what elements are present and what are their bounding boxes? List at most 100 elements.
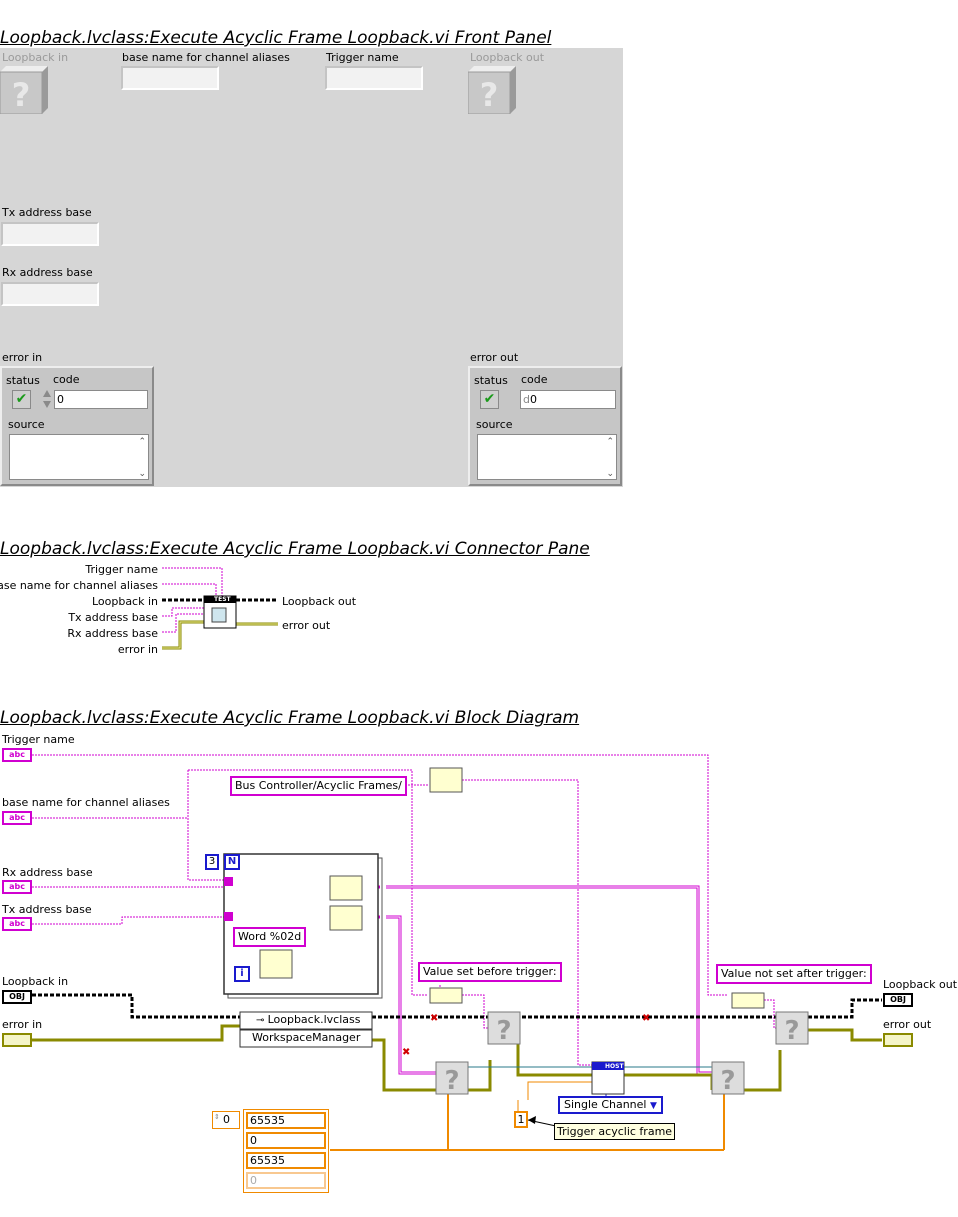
svg-text:?: ?: [12, 76, 31, 114]
error-out-terminal[interactable]: [883, 1033, 913, 1047]
scroll-down-icon[interactable]: ⌄: [138, 469, 146, 479]
value-not-set-after-constant[interactable]: Value not set after trigger:: [716, 964, 872, 984]
connector-input-error-in: error in: [117, 643, 158, 656]
code-label: code: [53, 373, 80, 386]
class-icon: ⊸: [256, 1015, 268, 1026]
status-label: status: [6, 374, 40, 387]
source-label: source: [8, 418, 45, 431]
error-in-terminal-label: error in: [2, 1018, 43, 1031]
tx-address-label: Tx address base: [2, 206, 92, 219]
trigger-name-label: Trigger name: [326, 51, 399, 64]
scroll-down-icon[interactable]: ⌄: [606, 469, 614, 479]
host-node-label: HOST: [605, 1063, 624, 1070]
tx-address-terminal-label: Tx address base: [2, 903, 92, 916]
loop-count-terminal[interactable]: N: [224, 854, 240, 870]
connector-input-base-name: base name for channel aliases: [0, 579, 158, 592]
loopback-out-label: Loopback out: [470, 51, 545, 64]
error-out-label: error out: [470, 351, 519, 364]
status-label: status: [474, 374, 508, 387]
rx-address-label: Rx address base: [2, 266, 93, 279]
code-indicator: d0: [520, 390, 616, 409]
svg-text:?: ?: [480, 76, 499, 114]
workspace-manager-property[interactable]: WorkspaceManager: [252, 1031, 360, 1044]
connector-input-trigger-name: Trigger name: [85, 563, 158, 576]
radix-indicator: d: [523, 393, 530, 406]
svg-text:✖: ✖: [402, 1047, 410, 1058]
loopback-out-indicator: ?: [467, 66, 516, 115]
code-value: 0: [529, 393, 537, 406]
array-index-display[interactable]: ⇕ 0: [212, 1111, 240, 1129]
value-set-before-constant[interactable]: Value set before trigger:: [418, 962, 562, 982]
increment-decrement-icon: [43, 390, 51, 408]
loopback-in-label: Loopback in: [2, 51, 69, 64]
code-input[interactable]: 0: [54, 390, 148, 409]
loop-count-constant[interactable]: 3: [205, 854, 219, 870]
loopback-in-terminal[interactable]: OBJ: [2, 990, 32, 1004]
connector-input-rx-address: Rx address base: [67, 627, 158, 640]
scroll-up-icon[interactable]: ⌃: [138, 437, 146, 447]
code-label: code: [521, 373, 548, 386]
error-out-terminal-label: error out: [883, 1018, 932, 1031]
class-constant[interactable]: ⊸ Loopback.lvclass: [256, 1013, 360, 1026]
source-label: source: [476, 418, 513, 431]
source-indicator: ⌃ ⌄: [477, 434, 617, 480]
bus-controller-path-constant[interactable]: Bus Controller/Acyclic Frames/: [230, 776, 407, 796]
trigger-name-input[interactable]: [325, 66, 423, 90]
connector-wires: [162, 567, 278, 650]
base-name-label: base name for channel aliases: [122, 51, 290, 64]
block-diagram-title: Loopback.lvclass:Execute Acyclic Frame L…: [0, 708, 580, 728]
error-in-label: error in: [2, 351, 43, 364]
error-in-cluster: status code ✔ 0 source ⌃ ⌄: [0, 366, 154, 486]
svg-text:?: ?: [444, 1066, 459, 1096]
array-element[interactable]: 0: [246, 1132, 326, 1149]
loopback-out-terminal[interactable]: OBJ: [883, 993, 913, 1007]
array-index-value: 0: [223, 1113, 230, 1126]
code-spinner[interactable]: [42, 389, 52, 409]
array-element[interactable]: 65535: [246, 1112, 326, 1129]
channel-mode-enum[interactable]: Single Channel ▼: [558, 1096, 663, 1114]
question-mark-icon: ?: [467, 66, 516, 115]
front-panel-title: Loopback.lvclass:Execute Acyclic Frame L…: [0, 28, 552, 48]
vi-icon: [204, 596, 236, 628]
trigger-comment: Trigger acyclic frame: [554, 1123, 676, 1140]
array-element-empty[interactable]: 0: [246, 1172, 326, 1189]
checkmark-icon: ✔: [15, 391, 28, 407]
svg-text:✖: ✖: [430, 1013, 438, 1024]
connector-output-loopback-out: Loopback out: [282, 595, 357, 608]
svg-text:?: ?: [720, 1066, 735, 1096]
rx-address-terminal-label: Rx address base: [2, 866, 93, 879]
one-constant[interactable]: 1: [514, 1111, 528, 1128]
svg-text:?: ?: [496, 1016, 511, 1046]
scroll-up-icon[interactable]: ⌃: [606, 437, 614, 447]
error-in-terminal[interactable]: [2, 1033, 32, 1047]
trigger-name-terminal[interactable]: abc: [2, 748, 32, 762]
question-mark-icon: ?: [0, 66, 48, 115]
word-format-constant[interactable]: Word %02d: [233, 927, 307, 947]
base-name-terminal[interactable]: abc: [2, 811, 32, 825]
loopback-in-control[interactable]: ?: [0, 66, 48, 115]
status-checkbox[interactable]: ✔: [12, 390, 31, 409]
connector-input-tx-address: Tx address base: [68, 611, 158, 624]
tx-address-terminal[interactable]: abc: [2, 917, 32, 931]
loop-iteration-terminal: i: [234, 966, 250, 982]
connector-output-error-out: error out: [282, 619, 331, 632]
subvi-unknown-1: ?: [487, 1011, 521, 1046]
source-input[interactable]: ⌃ ⌄: [9, 434, 149, 480]
svg-text:?: ?: [784, 1016, 799, 1046]
trigger-name-terminal-label: Trigger name: [2, 733, 75, 746]
svg-text:✖: ✖: [642, 1013, 650, 1024]
rx-address-input[interactable]: [1, 282, 99, 306]
tx-address-input[interactable]: [1, 222, 99, 246]
array-element[interactable]: 65535: [246, 1152, 326, 1169]
status-indicator: ✔: [480, 390, 499, 409]
loopback-in-terminal-label: Loopback in: [2, 975, 69, 988]
connector-pane-title: Loopback.lvclass:Execute Acyclic Frame L…: [0, 539, 590, 559]
spinner-icon: ⇕: [214, 1113, 220, 1121]
rx-address-terminal[interactable]: abc: [2, 880, 32, 894]
checkmark-icon: ✔: [483, 391, 496, 407]
base-name-input[interactable]: [121, 66, 219, 90]
loopback-out-terminal-label: Loopback out: [883, 978, 958, 991]
connector-input-loopback-in: Loopback in: [91, 595, 158, 608]
error-out-cluster: status code ✔ d0 source ⌃ ⌄: [468, 366, 622, 486]
base-name-terminal-label: base name for channel aliases: [2, 796, 170, 809]
